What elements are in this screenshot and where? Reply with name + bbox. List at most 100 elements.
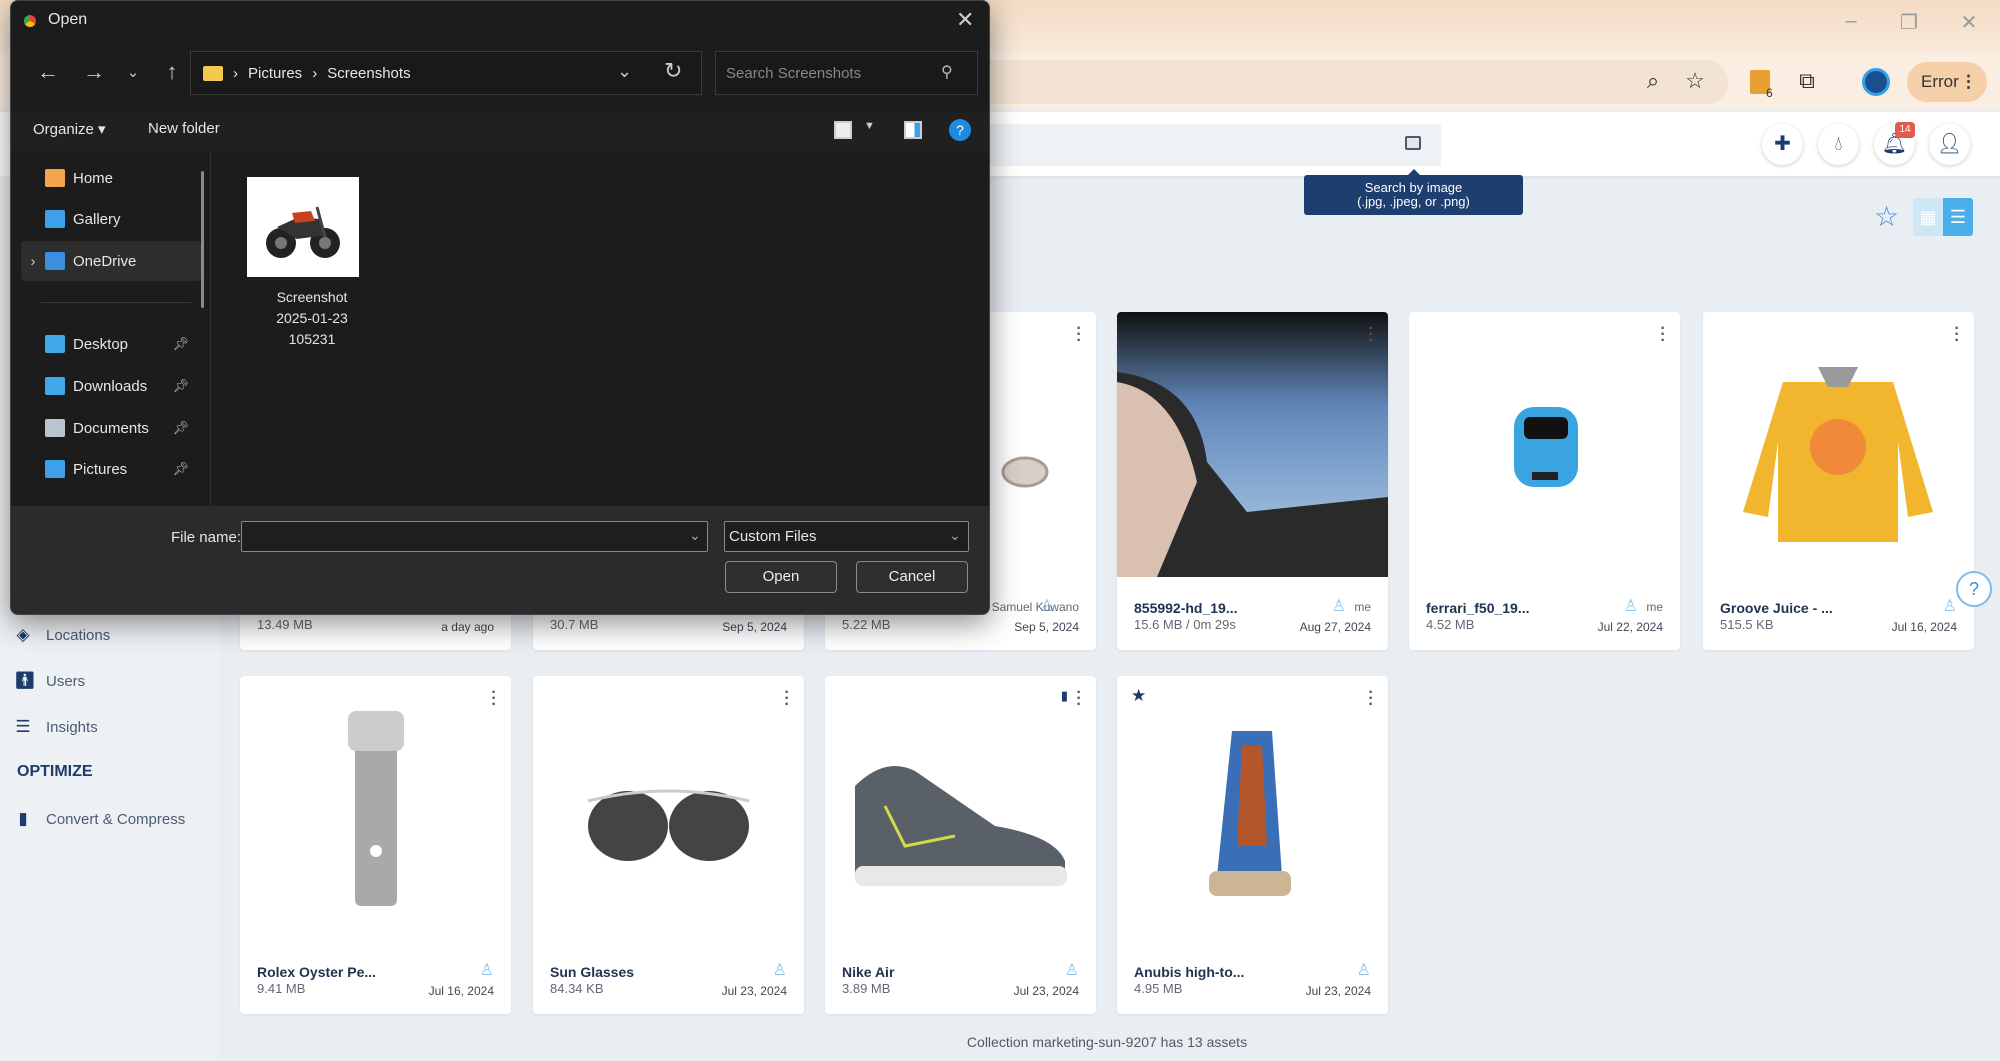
breadcrumb-screenshots[interactable]: Screenshots (327, 65, 410, 82)
address-bar[interactable] (900, 60, 1728, 104)
help-icon[interactable]: ? (949, 119, 971, 141)
chevron-down-icon[interactable]: ▼ (864, 120, 875, 132)
file-thumbnail[interactable] (247, 177, 359, 277)
chevron-right-icon[interactable]: › (21, 253, 45, 270)
more-options-icon[interactable]: ··· (1954, 321, 1960, 349)
help-icon[interactable]: ? (1956, 571, 1992, 607)
user-icon[interactable]: 👤︎ (1929, 124, 1970, 165)
chevron-down-icon[interactable]: ⌄ (949, 527, 961, 544)
divider (41, 302, 191, 303)
asset-card[interactable]: · · · ferrari_f50_19... ♙ me 4.52 MB Jul 2… (1409, 312, 1680, 650)
file-type-select[interactable]: Custom Files (724, 521, 969, 552)
more-options-icon[interactable]: ··· (1076, 321, 1082, 349)
pin-icon[interactable]: 📌︎ (172, 420, 189, 436)
bookmark-star-icon[interactable]: ☆ (1679, 68, 1711, 94)
favorite-star-icon[interactable]: ☆ (1874, 200, 1899, 233)
file-name-field-label: File name: (170, 529, 241, 546)
puzzle-icon[interactable]: ✚ (1762, 124, 1803, 165)
folder-icon (203, 65, 223, 81)
error-button[interactable]: Error ⋮ (1907, 62, 1987, 102)
home-icon (45, 169, 65, 187)
dialog-toolbar: Organize ▾ New folder ▼ ? (11, 111, 989, 151)
owner-icon: ♙ (772, 962, 787, 979)
asset-card[interactable]: · · · Groove Juice - ... ♙ 515.5 KB Jul 16… (1703, 312, 1974, 650)
nav-item-home[interactable]: Home (21, 158, 201, 198)
asset-card[interactable]: · · · Rolex Oyster Pe... ♙ 9.41 MB Jul 16,… (240, 676, 511, 1014)
star-icon[interactable]: ★ (1131, 686, 1146, 706)
pin-icon[interactable]: 📌︎ (172, 461, 189, 477)
optimize-section-heading: OPTIMIZE (17, 763, 93, 780)
profile-icon[interactable] (1862, 68, 1890, 96)
up-icon[interactable]: ↑ (158, 59, 186, 85)
new-folder-button[interactable]: New folder (148, 120, 220, 137)
asset-size: 30.7 MB (550, 617, 599, 632)
open-button[interactable]: Open (725, 561, 837, 593)
nav-item-label: Downloads (73, 377, 148, 395)
zoom-icon[interactable]: ⌕ (1637, 68, 1669, 94)
asset-card[interactable]: · · · ★ Anubis high-to... ♙ 4.95 MB Jul 23… (1117, 676, 1388, 1014)
sidebar-item-label: Users (46, 672, 86, 690)
chevron-down-icon[interactable]: ⌄ (617, 61, 632, 82)
asset-name[interactable]: Sun Glasses (550, 964, 634, 980)
comment-icon[interactable]: ▮ (1061, 688, 1068, 704)
pin-icon[interactable]: 📌︎ (172, 378, 189, 394)
more-options-icon[interactable]: ··· (1660, 321, 1666, 349)
list-view-icon[interactable]: ☰ (1943, 198, 1973, 236)
nav-item-documents[interactable]: Documents 📌︎ (21, 408, 201, 448)
sidebar-item-convert-compress[interactable]: ▮ Convert & Compress (14, 809, 185, 829)
restore-icon[interactable]: ❐ (1894, 10, 1924, 35)
scrollbar[interactable] (201, 171, 204, 308)
asset-name[interactable]: Rolex Oyster Pe... (257, 964, 376, 980)
asset-owner: me (1354, 600, 1371, 614)
nav-item-pictures[interactable]: Pictures 📌︎ (21, 449, 201, 489)
view-icon[interactable] (834, 121, 852, 139)
asset-name[interactable]: Nike Air (842, 964, 894, 980)
back-icon[interactable]: ← (34, 59, 62, 85)
sidebar-item-insights[interactable]: ☰ Insights (14, 717, 97, 737)
asset-card[interactable]: · · · 855992-hd_19... ♙ me 15.6 MB / 0m 29… (1117, 312, 1388, 650)
menu-icon[interactable]: ⋮ (1960, 62, 1977, 102)
file-name-input[interactable] (241, 521, 708, 552)
nav-item-downloads[interactable]: Downloads 📌︎ (21, 366, 201, 406)
nav-item-onedrive[interactable]: › OneDrive (21, 241, 201, 281)
recent-locations-chevron-icon[interactable]: ⌄ (119, 63, 147, 81)
more-options-icon[interactable]: ··· (1368, 685, 1374, 713)
cancel-button[interactable]: Cancel (856, 561, 968, 593)
nav-item-desktop[interactable]: Desktop 📌︎ (21, 324, 201, 364)
breadcrumb-pictures[interactable]: Pictures (248, 65, 302, 82)
close-icon[interactable]: ✕ (956, 7, 974, 33)
preview-pane-icon[interactable] (904, 121, 922, 139)
organize-button[interactable]: Organize ▾ (33, 120, 106, 138)
file-name-label[interactable]: Screenshot 2025-01-23 105231 (247, 287, 377, 350)
grid-view-icon[interactable]: ▦ (1913, 198, 1943, 236)
minimize-icon[interactable]: – (1836, 10, 1866, 33)
sidebar-item-locations[interactable]: ◈ Locations (14, 625, 110, 645)
asset-date: Sep 5, 2024 (722, 620, 787, 634)
more-options-icon[interactable]: ··· (1368, 321, 1374, 349)
more-options-icon[interactable]: ··· (1076, 685, 1082, 713)
asset-name[interactable]: ferrari_f50_19... (1426, 600, 1530, 616)
desktop-icon (45, 335, 65, 353)
chevron-down-icon[interactable]: ⌄ (689, 527, 701, 544)
view-toggle[interactable]: ▦ ☰ (1913, 198, 1973, 236)
image-search-icon[interactable] (1405, 136, 1421, 150)
asset-name[interactable]: Anubis high-to... (1134, 964, 1244, 980)
insights-icon: ☰ (15, 717, 31, 736)
close-window-icon[interactable]: ✕ (1954, 10, 1984, 35)
drop-icon[interactable]: 💧︎ (1818, 124, 1859, 165)
nav-item-label: OneDrive (73, 252, 137, 270)
forward-icon[interactable]: → (80, 59, 108, 85)
asset-name[interactable]: Groove Juice - ... (1720, 600, 1833, 616)
more-options-icon[interactable]: ··· (784, 685, 790, 713)
puzzle-icon[interactable]: ⧉ (1791, 68, 1823, 94)
asset-size: 515.5 KB (1720, 617, 1774, 632)
asset-name[interactable]: 855992-hd_19... (1134, 600, 1238, 616)
asset-card[interactable]: · · · ▮ Nike Air ♙ 3.89 MB Jul 23, 2024 (825, 676, 1096, 1014)
pin-icon[interactable]: 📌︎ (172, 336, 189, 352)
more-options-icon[interactable]: ··· (491, 685, 497, 713)
nav-item-gallery[interactable]: Gallery (21, 199, 201, 239)
search-input[interactable]: Search Screenshots (715, 51, 978, 95)
refresh-icon[interactable]: ↻ (664, 58, 682, 84)
sidebar-item-users[interactable]: 🚹︎ Users (14, 671, 85, 691)
asset-card[interactable]: · · · Sun Glasses ♙ 84.34 KB Jul 23, 2024 (533, 676, 804, 1014)
